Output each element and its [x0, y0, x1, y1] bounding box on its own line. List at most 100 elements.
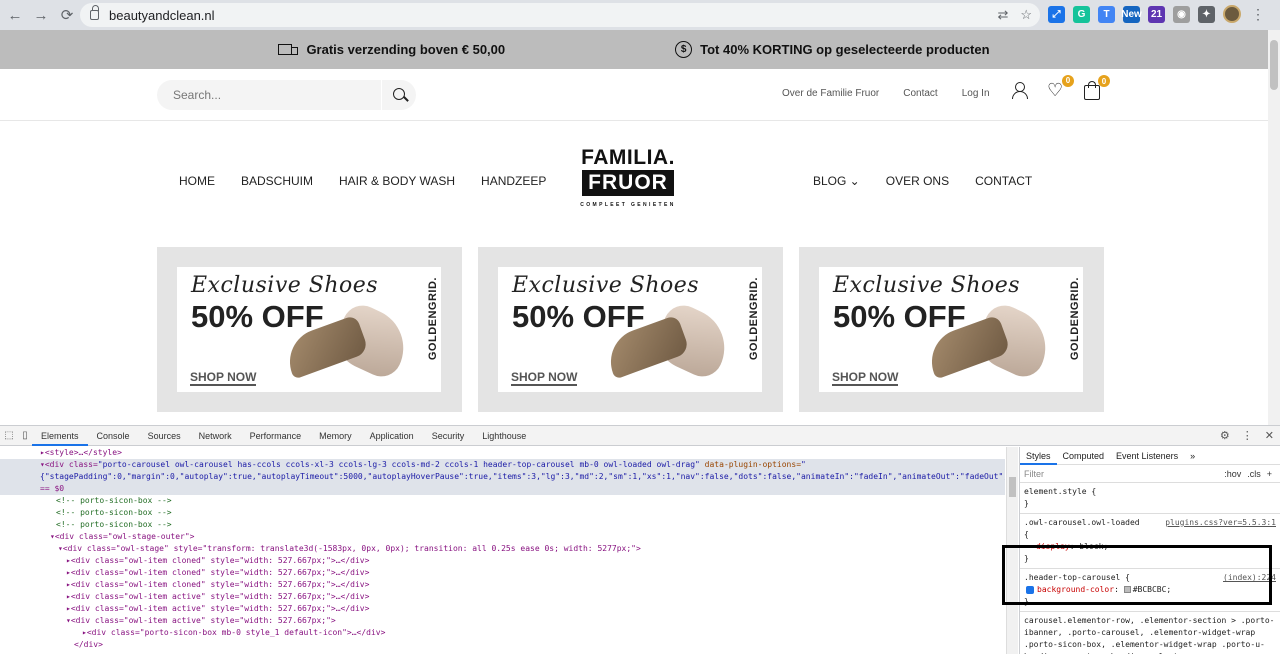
- tab-memory[interactable]: Memory: [310, 426, 361, 446]
- tab-elements[interactable]: Elements: [32, 426, 88, 446]
- tab-performance[interactable]: Performance: [241, 426, 311, 446]
- nav-handzeep[interactable]: HANDZEEP: [481, 174, 546, 188]
- css-rule[interactable]: element.style { }: [1020, 483, 1280, 514]
- dom-node[interactable]: ▸<div class="owl-item active" style="wid…: [0, 603, 1005, 615]
- tab-security[interactable]: Security: [423, 426, 474, 446]
- shop-now-link[interactable]: SHOP NOW: [190, 370, 257, 386]
- nav-home[interactable]: HOME: [179, 174, 215, 188]
- scrollbar-thumb[interactable]: [1270, 40, 1278, 90]
- scrollbar-thumb[interactable]: [1009, 477, 1016, 497]
- link-about-family[interactable]: Over de Familie Fruor: [782, 88, 879, 99]
- cart-bag-icon[interactable]: 0: [1083, 75, 1110, 100]
- dom-node[interactable]: ▸<div class="owl-item cloned" style="wid…: [0, 579, 1005, 591]
- tab-network[interactable]: Network: [190, 426, 241, 446]
- bookmark-star-icon[interactable]: ☆: [1020, 7, 1032, 23]
- address-bar[interactable]: beautyandclean.nl ⇄ ☆: [80, 3, 1040, 27]
- dom-node[interactable]: ▾<div class="owl-stage-outer">: [0, 531, 1005, 543]
- extension-icon[interactable]: T: [1098, 5, 1115, 23]
- device-toggle-icon[interactable]: ▯: [18, 429, 32, 443]
- dom-node[interactable]: ▸<div class="owl-item active" style="wid…: [0, 591, 1005, 603]
- dom-node[interactable]: ▸<style>…</style>: [0, 447, 1005, 459]
- extension-icon[interactable]: ⤢: [1048, 5, 1065, 23]
- banner-brand: GOLDENGRID.: [427, 277, 439, 361]
- rule-source-link[interactable]: plugins.css?ver=5.5.3:1: [1165, 517, 1276, 529]
- shop-now-link[interactable]: SHOP NOW: [511, 370, 578, 386]
- promo-bar: Gratis verzending boven € 50,00 $ Tot 40…: [0, 30, 1268, 69]
- wishlist-heart-icon[interactable]: ♡ 0: [1047, 75, 1074, 99]
- extension-icon[interactable]: G: [1073, 5, 1090, 23]
- extension-icon[interactable]: ✦: [1198, 5, 1215, 23]
- search-icon[interactable]: [393, 88, 405, 100]
- browser-toolbar: ← → ⟳ beautyandclean.nl ⇄ ☆ ⤢ G T New 21 ◉ ✦ ⋮: [0, 0, 1280, 30]
- dom-comment[interactable]: <!-- porto-sicon-box -->: [0, 495, 1005, 507]
- banner-card[interactable]: Exclusive Shoes 50% OFF GOLDENGRID. SHOP…: [157, 247, 462, 412]
- link-contact[interactable]: Contact: [903, 88, 937, 99]
- reload-button[interactable]: ⟳: [56, 4, 78, 26]
- tab-lighthouse[interactable]: Lighthouse: [473, 426, 535, 446]
- back-arrow-icon: ←: [7, 6, 23, 24]
- nav-hair-body-wash[interactable]: HAIR & BODY WASH: [339, 174, 455, 188]
- truck-icon: [278, 43, 299, 56]
- styles-filter[interactable]: Filter :hov .cls +: [1020, 465, 1280, 483]
- dom-node[interactable]: </div>: [0, 639, 1005, 651]
- banner-card[interactable]: Exclusive Shoes 50% OFF GOLDENGRID. SHOP…: [799, 247, 1104, 412]
- cls-toggle[interactable]: .cls: [1247, 469, 1261, 479]
- back-button[interactable]: ←: [4, 4, 26, 26]
- nav-blog[interactable]: BLOG ⌄: [813, 174, 860, 188]
- header-links: Over de Familie Fruor Contact Log In: [782, 88, 990, 99]
- nav-over-ons[interactable]: OVER ONS: [886, 174, 949, 188]
- extension-icon[interactable]: New: [1121, 5, 1142, 23]
- dom-node[interactable]: ▸<div class="porto-sicon-box mb-0 style_…: [0, 627, 1005, 639]
- hov-toggle[interactable]: :hov: [1224, 469, 1241, 479]
- more-options-icon[interactable]: ⋮: [1242, 429, 1253, 442]
- site-header: Over de Familie Fruor Contact Log In ♡0 …: [0, 69, 1268, 121]
- site-logo[interactable]: FAMILIA. FRUOR COMPLEET GENIETEN: [580, 146, 676, 208]
- dom-node-selected[interactable]: ▾<div class="porto-carousel owl-carousel…: [0, 459, 1005, 495]
- tab-event-listeners[interactable]: Event Listeners: [1110, 447, 1184, 465]
- translate-icon[interactable]: ⇄: [997, 7, 1008, 23]
- dom-node[interactable]: ▸<div class="owl-item cloned" style="wid…: [0, 567, 1005, 579]
- banner-card[interactable]: Exclusive Shoes 50% OFF GOLDENGRID. SHOP…: [478, 247, 783, 412]
- annotation-highlight-box: [1002, 545, 1272, 605]
- css-rule[interactable]: carousel.elementor-row, .elementor-secti…: [1020, 612, 1280, 654]
- filter-input[interactable]: Filter: [1024, 469, 1044, 479]
- browser-menu-icon[interactable]: ⋮: [1251, 6, 1265, 23]
- user-icon[interactable]: [1011, 81, 1029, 99]
- nav-badschuim[interactable]: BADSCHUIM: [241, 174, 313, 188]
- banner-title: Exclusive Shoes: [191, 273, 379, 298]
- dom-comment[interactable]: <!-- porto-sicon-box -->: [0, 507, 1005, 519]
- forward-button[interactable]: →: [30, 4, 52, 26]
- elements-tree[interactable]: ▸<style>…</style> ▾<div class="porto-car…: [0, 447, 1005, 654]
- search-input[interactable]: [173, 88, 373, 102]
- banner-offer: 50% OFF: [191, 299, 324, 334]
- tab-sources[interactable]: Sources: [139, 426, 190, 446]
- dom-node[interactable]: ▾<div class="owl-stage" style="transform…: [0, 543, 1005, 555]
- page-scrollbar[interactable]: [1268, 30, 1280, 425]
- forward-arrow-icon: →: [33, 6, 49, 24]
- web-page: Gratis verzending boven € 50,00 $ Tot 40…: [0, 30, 1268, 425]
- close-icon[interactable]: ✕: [1265, 429, 1274, 442]
- tab-console[interactable]: Console: [88, 426, 139, 446]
- tab-computed[interactable]: Computed: [1057, 447, 1111, 465]
- banner-title: Exclusive Shoes: [833, 273, 1021, 298]
- coin-icon: $: [675, 41, 693, 58]
- gear-icon[interactable]: ⚙: [1220, 429, 1230, 442]
- profile-avatar[interactable]: [1223, 5, 1241, 23]
- logo-line1: FAMILIA.: [581, 146, 675, 169]
- shop-now-link[interactable]: SHOP NOW: [832, 370, 899, 386]
- link-login[interactable]: Log In: [962, 88, 990, 99]
- nav-contact[interactable]: CONTACT: [975, 174, 1032, 188]
- banner-brand: GOLDENGRID.: [1069, 277, 1081, 361]
- extension-icon[interactable]: ◉: [1173, 5, 1190, 23]
- dom-node[interactable]: ▸<div class="owl-item cloned" style="wid…: [0, 555, 1005, 567]
- dom-node[interactable]: ▾<div class="owl-item active" style="wid…: [0, 615, 1005, 627]
- extension-icon[interactable]: 21: [1148, 5, 1165, 23]
- tab-application[interactable]: Application: [361, 426, 423, 446]
- banner-offer: 50% OFF: [833, 299, 966, 334]
- tab-more[interactable]: »: [1184, 447, 1201, 465]
- inspect-element-icon[interactable]: ⬚: [2, 429, 16, 443]
- search-divider: [381, 80, 382, 110]
- dom-comment[interactable]: <!-- porto-sicon-box -->: [0, 519, 1005, 531]
- tab-styles[interactable]: Styles: [1020, 447, 1057, 465]
- new-rule-button[interactable]: +: [1267, 469, 1272, 479]
